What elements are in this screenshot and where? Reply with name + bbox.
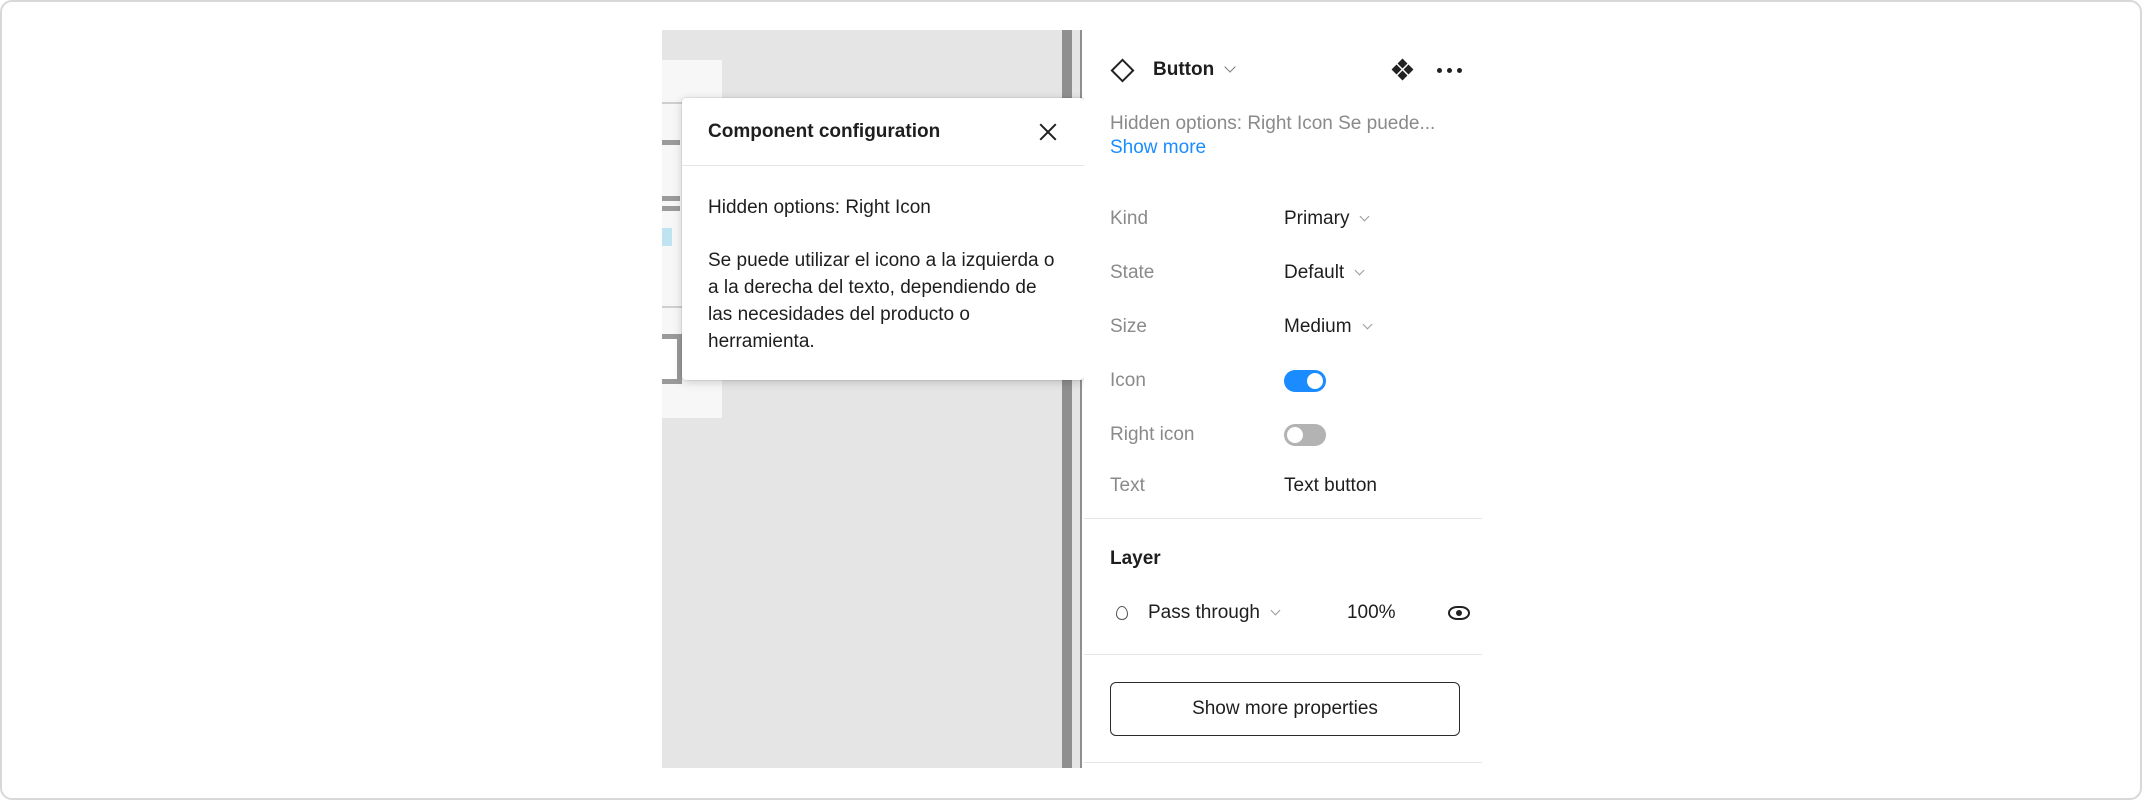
properties-panel: Button Hidden options: Right Icon Se pue… xyxy=(1084,30,1482,768)
component-name[interactable]: Button xyxy=(1153,59,1214,81)
size-value: Medium xyxy=(1284,316,1352,337)
chevron-down-icon xyxy=(1354,265,1365,275)
kind-value: Primary xyxy=(1284,208,1350,229)
layer-row: Pass through 100% xyxy=(1110,596,1470,630)
component-header: Button xyxy=(1110,52,1462,88)
property-label: State xyxy=(1110,262,1155,283)
more-options-icon[interactable] xyxy=(1437,67,1462,73)
hidden-options-text: Hidden options: Right Icon xyxy=(708,197,931,218)
blend-mode-value: Pass through xyxy=(1148,602,1260,623)
header-actions xyxy=(1391,58,1462,81)
popover-header: Component configuration xyxy=(682,98,1084,166)
property-label: Icon xyxy=(1110,370,1146,391)
chevron-down-icon xyxy=(1270,605,1281,615)
state-value: Default xyxy=(1284,262,1345,283)
section-divider xyxy=(1084,518,1482,519)
go-to-main-component-icon[interactable] xyxy=(1391,58,1414,81)
property-icon: Icon xyxy=(1110,366,1470,396)
popover-body: Hidden options: Right Icon Se puede util… xyxy=(682,166,1084,355)
layer-section-title: Layer xyxy=(1110,548,1161,569)
opacity-field[interactable]: 100% xyxy=(1347,602,1396,624)
component-description: Se puede utilizar el icono a la izquierd… xyxy=(708,250,1055,352)
property-label: Text xyxy=(1110,475,1145,496)
eye-icon[interactable] xyxy=(1448,606,1470,620)
property-state: State Default xyxy=(1110,258,1470,288)
section-divider xyxy=(1084,762,1482,763)
thumbnail-line xyxy=(662,140,680,145)
state-select[interactable]: Default xyxy=(1284,262,1365,284)
property-text: Text Text button xyxy=(1110,471,1470,501)
chevron-down-icon[interactable] xyxy=(1224,61,1236,73)
property-right-icon: Right icon xyxy=(1110,420,1470,450)
close-icon[interactable] xyxy=(1034,118,1062,146)
chevron-down-icon xyxy=(1362,319,1373,329)
property-label: Kind xyxy=(1110,208,1149,229)
chevron-down-icon xyxy=(1360,211,1370,221)
thumbnail-line xyxy=(662,206,680,211)
section-divider xyxy=(1084,654,1482,655)
component-instance-icon xyxy=(1110,57,1135,83)
thumbnail-chip xyxy=(662,228,672,246)
icon-toggle[interactable] xyxy=(1284,370,1326,392)
show-more-properties-button[interactable]: Show more properties xyxy=(1110,682,1460,736)
thumbnail-box xyxy=(662,334,682,384)
component-configuration-popover: Component configuration Hidden options: … xyxy=(682,98,1084,380)
popover-title: Component configuration xyxy=(708,120,941,142)
right-icon-toggle[interactable] xyxy=(1284,424,1326,446)
show-more-link[interactable]: Show more xyxy=(1110,137,1206,159)
kind-select[interactable]: Primary xyxy=(1284,208,1370,230)
property-label: Right icon xyxy=(1110,424,1195,445)
size-select[interactable]: Medium xyxy=(1284,316,1373,338)
property-size: Size Medium xyxy=(1110,312,1470,342)
thumbnail-line xyxy=(662,196,680,201)
text-field[interactable]: Text button xyxy=(1284,475,1377,497)
blend-mode-select[interactable]: Pass through xyxy=(1148,602,1281,624)
blend-mode-icon xyxy=(1116,606,1128,620)
property-label: Size xyxy=(1110,316,1147,337)
property-kind: Kind Primary xyxy=(1110,204,1470,234)
description-preview: Hidden options: Right Icon Se puede... xyxy=(1110,113,1436,134)
